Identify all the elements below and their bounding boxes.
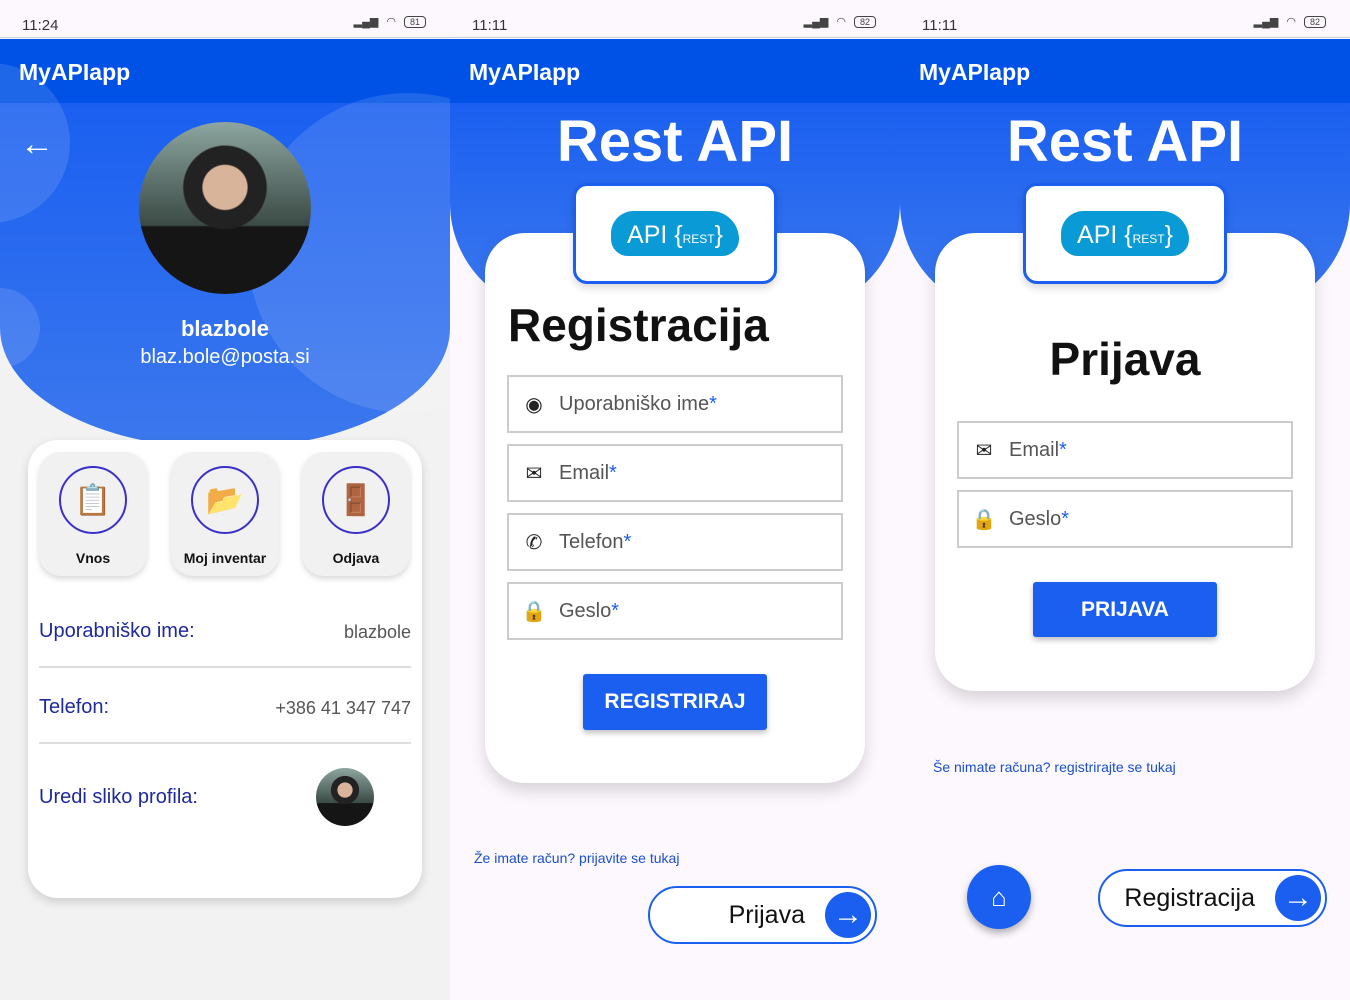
status-icons: ▂▄▆ ◠ 82: [804, 15, 876, 28]
wifi-icon: ◠: [386, 16, 396, 28]
info-row-phone: Telefon: +386 41 347 747: [39, 668, 411, 744]
profile-screen: 11:24 ▂▄▆ ◠ 81 MyAPIapp ← blazbole blaz.bol…: [0, 0, 450, 1000]
username-input[interactable]: ◉ Uporabniško ime *: [507, 375, 843, 433]
tile-moj-inventar[interactable]: 📂 Moj inventar: [171, 452, 279, 576]
battery-icon: 82: [1303, 15, 1326, 28]
wifi-icon: ◠: [836, 16, 846, 28]
register-nav-button[interactable]: Registracija →: [1098, 869, 1327, 927]
row-value: +386 41 347 747: [275, 698, 411, 718]
header-title: Rest API: [556, 109, 794, 174]
app-bar-title: MyAPIapp: [0, 39, 450, 103]
battery-icon: 81: [403, 15, 426, 28]
account-circle-icon: ◉: [525, 393, 543, 416]
profile-avatar: [139, 122, 311, 294]
header-title: Rest API: [1006, 109, 1244, 174]
tile-label: Vnos: [75, 550, 111, 566]
register-screen: 11:11 ▂▄▆ ◠ 82 MyAPIapp Rest API API {REST}…: [450, 0, 900, 1000]
signal-icon: ▂▄▆: [1253, 16, 1279, 28]
app-bar-title: MyAPIapp: [450, 39, 900, 103]
back-arrow-icon[interactable]: ←: [20, 125, 54, 164]
phone-icon: ✆: [525, 531, 543, 554]
status-bar: 11:11 ▂▄▆ ◠ 82: [900, 0, 1350, 38]
folder-icon: 📂: [191, 466, 259, 534]
battery-icon: 82: [853, 15, 876, 28]
email-input[interactable]: ✉ Email *: [507, 444, 843, 502]
form-title: Prijava: [1049, 333, 1201, 385]
mail-icon: ✉: [975, 439, 993, 462]
api-rest-logo: API {REST}: [1023, 183, 1227, 284]
form-title: Registracija: [508, 299, 769, 351]
clipboard-icon: 📋: [59, 466, 127, 534]
status-icons: ▂▄▆ ◠ 81: [354, 15, 426, 28]
login-button[interactable]: PRIJAVA: [1033, 582, 1217, 637]
home-icon: ⌂: [991, 881, 1007, 912]
status-time: 11:11: [472, 17, 508, 34]
profile-username: blazbole: [180, 316, 269, 341]
tile-label: Moj inventar: [183, 550, 267, 566]
signal-icon: ▂▄▆: [353, 16, 379, 28]
tile-vnos[interactable]: 📋 Vnos: [39, 452, 147, 576]
password-input[interactable]: 🔒 Geslo *: [507, 582, 843, 640]
cloud-logo-icon: API {REST}: [1061, 211, 1189, 256]
profile-email: blaz.bole@posta.si: [140, 346, 310, 368]
arrow-right-icon: →: [825, 892, 871, 938]
cloud-logo-icon: API {REST}: [611, 211, 739, 256]
lock-icon: 🔒: [521, 600, 547, 623]
api-rest-logo: API {REST}: [573, 183, 777, 284]
info-row-username: Uporabniško ime: blazbole: [39, 592, 411, 668]
row-value: blazbole: [343, 622, 411, 642]
status-bar: 11:11 ▂▄▆ ◠ 82: [450, 0, 900, 38]
mail-icon: ✉: [525, 462, 543, 485]
profile-thumbnail[interactable]: [316, 768, 374, 826]
row-label: Uredi sliko profila:: [39, 786, 198, 808]
login-screen: 11:11 ▂▄▆ ◠ 82 MyAPIapp Rest API API {REST}…: [900, 0, 1350, 1000]
arrow-right-icon: →: [1275, 875, 1321, 921]
login-nav-button[interactable]: Prijava →: [648, 886, 877, 944]
profile-card: 📋 Vnos 📂 Moj inventar 🚪 Odjava Uporabniško …: [28, 440, 422, 898]
lock-icon: 🔒: [971, 508, 997, 531]
status-time: 11:11: [922, 17, 958, 34]
tile-odjava[interactable]: 🚪 Odjava: [302, 452, 410, 576]
app-bar-title: MyAPIapp: [900, 39, 1350, 103]
home-button[interactable]: ⌂: [967, 865, 1031, 929]
wifi-icon: ◠: [1286, 16, 1296, 28]
logout-door-icon: 🚪: [322, 466, 390, 534]
status-icons: ▂▄▆ ◠ 82: [1254, 15, 1326, 28]
login-link[interactable]: Že imate račun? prijavite se tukaj: [474, 850, 679, 866]
password-input[interactable]: 🔒 Geslo *: [957, 490, 1293, 548]
register-link[interactable]: Še nimate računa? registrirajte se tukaj: [933, 759, 1176, 775]
signal-icon: ▂▄▆: [803, 16, 829, 28]
tile-label: Odjava: [332, 550, 380, 566]
status-bar: 11:24 ▂▄▆ ◠ 81: [0, 0, 450, 38]
status-time: 11:24: [22, 17, 59, 34]
phone-input[interactable]: ✆ Telefon *: [507, 513, 843, 571]
register-button[interactable]: REGISTRIRAJ: [583, 674, 767, 730]
row-label: Uporabniško ime:: [39, 620, 195, 642]
info-row-edit-photo[interactable]: Uredi sliko profila:: [39, 744, 411, 826]
row-label: Telefon:: [39, 696, 110, 718]
email-input[interactable]: ✉ Email *: [957, 421, 1293, 479]
